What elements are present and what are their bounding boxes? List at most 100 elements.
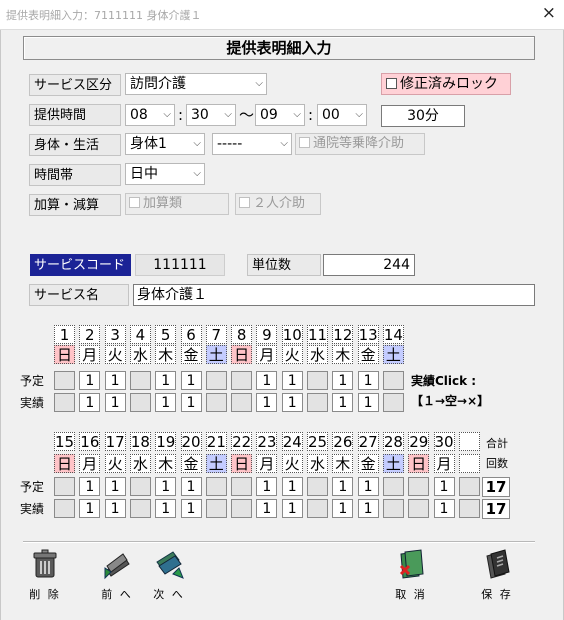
total-actual-count: 17 [482,499,510,519]
actual-cell[interactable] [382,499,404,518]
actual-cell[interactable] [408,499,430,518]
lock-label: 修正済みロック [400,76,498,92]
time-colon: : [308,106,314,124]
plan-cell[interactable]: 1 [104,371,126,390]
body-life-select-2[interactable]: ----- ⌵ [212,133,292,155]
actual-cell[interactable] [231,393,253,412]
plan-cell[interactable]: 1 [104,477,126,496]
plan-cell[interactable] [205,371,227,390]
actual-cell[interactable]: 1 [79,393,101,412]
close-button[interactable]: × [542,3,556,23]
end-minute-select[interactable]: 00 ⌵ [317,104,367,126]
cancel-button[interactable]: 取 消 [387,548,435,602]
actual-cell[interactable] [54,393,75,412]
plan-cell[interactable] [408,477,430,496]
day-number: 9 [256,325,278,344]
weekday: 月 [79,454,101,473]
prev-button[interactable]: 前 へ [93,548,141,602]
plan-cell[interactable]: 1 [155,477,177,496]
next-button[interactable]: 次 へ [145,548,193,602]
delete-label: 削 除 [29,588,61,601]
actual-cell[interactable]: 1 [281,499,303,518]
plan-cell[interactable] [458,477,480,496]
actual-cell[interactable]: 1 [332,499,354,518]
actual-cell[interactable] [205,499,227,518]
actual-cell[interactable] [205,393,227,412]
actual-cell[interactable]: 1 [256,393,278,412]
plan-row-label: 予定 [20,480,45,494]
plan-cell[interactable]: 1 [180,477,202,496]
plan-cell[interactable]: 1 [357,371,379,390]
plan-cell[interactable]: 1 [256,477,278,496]
day-number: 5 [155,325,177,344]
plan-cell[interactable] [129,371,151,390]
plan-cell[interactable] [231,477,253,496]
addition-checkbox[interactable]: 加算類 [125,193,229,215]
time-zone-label: 時間帯 [29,164,121,186]
service-type-select[interactable]: 訪問介護 ⌵ [125,73,267,95]
delete-button[interactable]: 削 除 [21,548,69,602]
plan-cell[interactable] [307,477,328,496]
start-hour-select[interactable]: 08 ⌵ [125,104,175,126]
body-life-select[interactable]: 身体1 ⌵ [125,133,205,155]
actual-cell[interactable]: 1 [332,393,354,412]
two-person-checkbox[interactable]: ２人介助 [235,193,321,215]
plan-cell[interactable]: 1 [180,371,202,390]
actual-cell[interactable]: 1 [357,499,379,518]
plan-cell[interactable]: 1 [332,477,354,496]
transport-checkbox[interactable]: 通院等乗降介助 [295,133,425,155]
plan-cell[interactable] [231,371,253,390]
plan-cell[interactable] [54,371,75,390]
chevron-down-icon: ⌵ [293,109,301,120]
day-number: 18 [129,432,151,451]
actual-cell[interactable] [307,499,328,518]
weekday: 月 [256,345,278,364]
lock-checkbox[interactable]: 修正済みロック [381,73,511,95]
start-minute-select[interactable]: 30 ⌵ [186,104,236,126]
time-zone-select[interactable]: 日中 ⌵ [125,163,205,185]
plan-cell[interactable]: 1 [256,371,278,390]
actual-cell[interactable]: 1 [155,499,177,518]
plan-cell[interactable]: 1 [79,477,101,496]
actual-cell[interactable] [307,393,328,412]
actual-cell[interactable]: 1 [104,499,126,518]
plan-cell[interactable] [205,477,227,496]
plan-cell[interactable] [307,371,328,390]
plan-cell[interactable] [382,477,404,496]
service-name-field: 身体介護１ [133,284,535,306]
plan-cell[interactable]: 1 [155,371,177,390]
actual-cell[interactable]: 1 [357,393,379,412]
plan-cell[interactable]: 1 [357,477,379,496]
plan-cell[interactable] [382,371,404,390]
actual-cell[interactable]: 1 [180,499,202,518]
checkbox-icon [299,137,310,148]
actual-cell[interactable] [231,499,253,518]
actual-cell[interactable] [54,499,75,518]
plan-cell[interactable]: 1 [433,477,455,496]
actual-cell[interactable] [129,499,151,518]
weekday: 日 [231,454,253,473]
actual-cell[interactable]: 1 [433,499,455,518]
plan-cell[interactable]: 1 [332,371,354,390]
day-number: 20 [180,432,202,451]
actual-cell[interactable]: 1 [79,499,101,518]
weekday: 日 [408,454,430,473]
plan-cell[interactable]: 1 [281,371,303,390]
plan-cell[interactable] [129,477,151,496]
actual-cell[interactable]: 1 [256,499,278,518]
actual-cell[interactable]: 1 [104,393,126,412]
plan-cell[interactable]: 1 [281,477,303,496]
day-number: 11 [307,325,328,344]
plan-cell[interactable]: 1 [79,371,101,390]
save-button[interactable]: 保 存 [473,548,521,602]
actual-cell[interactable]: 1 [281,393,303,412]
save-folder-icon [486,549,510,579]
actual-cell[interactable]: 1 [180,393,202,412]
actual-cell[interactable] [458,499,480,518]
start-minute-value: 30 [191,107,209,123]
actual-cell[interactable] [129,393,151,412]
plan-cell[interactable] [54,477,75,496]
actual-cell[interactable] [382,393,404,412]
end-hour-select[interactable]: 09 ⌵ [255,104,305,126]
actual-cell[interactable]: 1 [155,393,177,412]
